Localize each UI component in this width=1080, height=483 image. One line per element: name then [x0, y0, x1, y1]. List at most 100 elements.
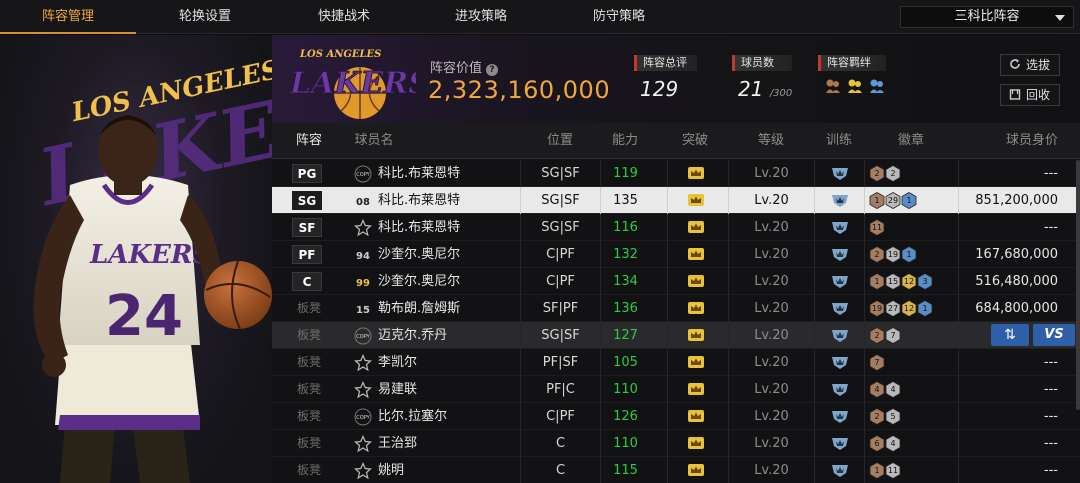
training-cell[interactable] [814, 187, 864, 214]
badges-cell[interactable]: 11 [864, 214, 958, 241]
training-cell[interactable] [814, 295, 864, 322]
help-icon[interactable]: ? [486, 64, 499, 76]
player-card-icon [354, 462, 372, 480]
bond-gold-icon[interactable] [846, 77, 864, 95]
badges-cell[interactable]: 19 27 12 1 [864, 295, 958, 322]
player-name[interactable]: 迈克尔.乔丹 [378, 322, 447, 349]
player-name[interactable]: 姚明 [378, 457, 404, 483]
badges-cell[interactable]: 1 11 [864, 457, 958, 483]
training-cell[interactable] [814, 241, 864, 268]
roster-table-header: 阵容 球员名 位置 能力 突破 等级 训练 徽章 球员身价 [272, 123, 1080, 159]
badge-hex-icon: 19 [869, 300, 885, 317]
training-cell[interactable] [814, 322, 864, 349]
training-cell[interactable] [814, 430, 864, 457]
table-row[interactable]: 板凳 李凯尔 PF|SF 105 Lv.20 7 --- [272, 349, 1080, 376]
table-row[interactable]: 板凳 易建联 PF|C 110 Lv.20 4 4 --- [272, 376, 1080, 403]
breakthrough-cell[interactable] [667, 376, 723, 403]
table-row[interactable]: 板凳 15 勒布朗.詹姆斯 SF|PF 136 Lv.20 19 27 12 1 684,800,0… [272, 295, 1080, 322]
lineup-slot-badge: SF [292, 218, 322, 237]
lineup-select[interactable]: 三科比阵容 [900, 6, 1074, 28]
tab-rotation-settings[interactable]: 轮换设置 [136, 0, 274, 34]
player-name[interactable]: 王治郅 [378, 430, 417, 457]
player-value: --- [958, 349, 1078, 376]
lineup-summary-header: LOS ANGELES LAKERS 阵容价值? 2,323,160,000 阵… [272, 35, 1080, 123]
training-cell[interactable] [814, 403, 864, 430]
svg-text:15: 15 [356, 305, 370, 316]
badge-list: 7 [869, 354, 885, 371]
player-name[interactable]: 科比.布莱恩特 [378, 214, 460, 241]
breakthrough-cell[interactable] [667, 430, 723, 457]
table-row[interactable]: SG 08 科比.布莱恩特 SG|SF 135 Lv.20 1 29 1 851,200,000 [272, 187, 1080, 214]
training-cell[interactable] [814, 457, 864, 483]
player-name[interactable]: 沙奎尔.奥尼尔 [378, 241, 460, 268]
player-name[interactable]: 李凯尔 [378, 349, 417, 376]
player-level: Lv.20 [728, 403, 814, 430]
bond-blue-icon[interactable] [868, 77, 886, 95]
tab-offense-strategy[interactable]: 进攻策略 [414, 0, 548, 34]
scout-button[interactable]: 选拔 [1000, 54, 1060, 76]
svg-text:99: 99 [356, 278, 370, 289]
bond-bronze-icon[interactable] [824, 77, 842, 95]
breakthrough-cell[interactable] [667, 349, 723, 376]
breakthrough-cell[interactable] [667, 214, 723, 241]
player-name[interactable]: 勒布朗.詹姆斯 [378, 295, 460, 322]
badge-list: 1 29 1 [869, 192, 917, 209]
breakthrough-cell[interactable] [667, 160, 723, 187]
svg-text:COPY: COPY [356, 172, 370, 178]
player-level: Lv.20 [728, 187, 814, 214]
player-name[interactable]: 易建联 [378, 376, 417, 403]
tab-lineup-management[interactable]: 阵容管理 [0, 0, 136, 34]
player-name[interactable]: 科比.布莱恩特 [378, 160, 460, 187]
badges-cell[interactable]: 1 15 12 3 [864, 268, 958, 295]
badge-hex-icon: 4 [885, 381, 901, 398]
badges-cell[interactable]: 2 19 1 [864, 241, 958, 268]
crown-icon [687, 167, 704, 179]
training-cell[interactable] [814, 349, 864, 376]
chevron-down-icon [1055, 15, 1065, 21]
badges-cell[interactable]: 1 29 1 [864, 187, 958, 214]
training-cell[interactable] [814, 160, 864, 187]
swap-player-button[interactable]: ⇅ [991, 324, 1029, 346]
table-row[interactable]: 板凳 COPY 比尔.拉塞尔 C|PF 126 Lv.20 2 5 --- [272, 403, 1080, 430]
player-ability: 132 [600, 241, 650, 268]
badges-cell[interactable]: 64 [864, 430, 958, 457]
breakthrough-cell[interactable] [667, 268, 723, 295]
player-name[interactable]: 科比.布莱恩特 [378, 187, 460, 214]
crown-icon [687, 356, 704, 368]
recycle-button[interactable]: 回收 [1000, 84, 1060, 106]
breakthrough-cell[interactable] [667, 457, 723, 483]
badges-cell[interactable]: 25 [864, 403, 958, 430]
breakthrough-cell[interactable] [667, 322, 723, 349]
roster-scrollbar[interactable] [1076, 160, 1080, 410]
player-ability: 126 [600, 403, 650, 430]
table-row[interactable]: 板凳 COPY 迈克尔.乔丹 SG|SF 127 Lv.20 2 7 ⇅ VS [272, 322, 1080, 349]
training-cell[interactable] [814, 214, 864, 241]
player-name[interactable]: 沙奎尔.奥尼尔 [378, 268, 460, 295]
table-row[interactable]: SF 科比.布莱恩特 SG|SF 116 Lv.20 11 --- [272, 214, 1080, 241]
player-name[interactable]: 比尔.拉塞尔 [378, 403, 447, 430]
player-card-icon: 99 [356, 278, 370, 289]
badges-cell[interactable]: 22 [864, 160, 958, 187]
player-level: Lv.20 [728, 214, 814, 241]
training-cell[interactable] [814, 268, 864, 295]
breakthrough-cell[interactable] [667, 295, 723, 322]
table-row[interactable]: 板凳 姚明 C 115 Lv.20 1 11 --- [272, 457, 1080, 483]
breakthrough-cell[interactable] [667, 187, 723, 214]
badges-cell[interactable]: 44 [864, 376, 958, 403]
table-row[interactable]: PG COPY 科比.布莱恩特 SG|SF 119 Lv.20 2 2 --- [272, 160, 1080, 187]
breakthrough-cell[interactable] [667, 241, 723, 268]
table-row[interactable]: 板凳 王治郅 C 110 Lv.20 6 4 --- [272, 430, 1080, 457]
table-row[interactable]: PF 94 沙奎尔.奥尼尔 C|PF 132 Lv.20 2 19 1 167,680,000 [272, 241, 1080, 268]
badge-count: 1 [922, 304, 928, 313]
badges-cell[interactable]: 7 [864, 349, 958, 376]
table-row[interactable]: C 99 沙奎尔.奥尼尔 C|PF 134 Lv.20 1 15 12 3 516,480,000 [272, 268, 1080, 295]
tab-quick-tactics[interactable]: 快捷战术 [274, 0, 414, 34]
badge-count: 19 [887, 250, 899, 259]
breakthrough-cell[interactable] [667, 403, 723, 430]
tab-defense-strategy[interactable]: 防守策略 [548, 0, 690, 34]
compare-vs-button[interactable]: VS [1033, 324, 1075, 346]
player-card-icon [354, 354, 372, 372]
badges-cell[interactable]: 27 [864, 322, 958, 349]
training-cell[interactable] [814, 376, 864, 403]
badge-hex-icon: 4 [885, 435, 901, 452]
